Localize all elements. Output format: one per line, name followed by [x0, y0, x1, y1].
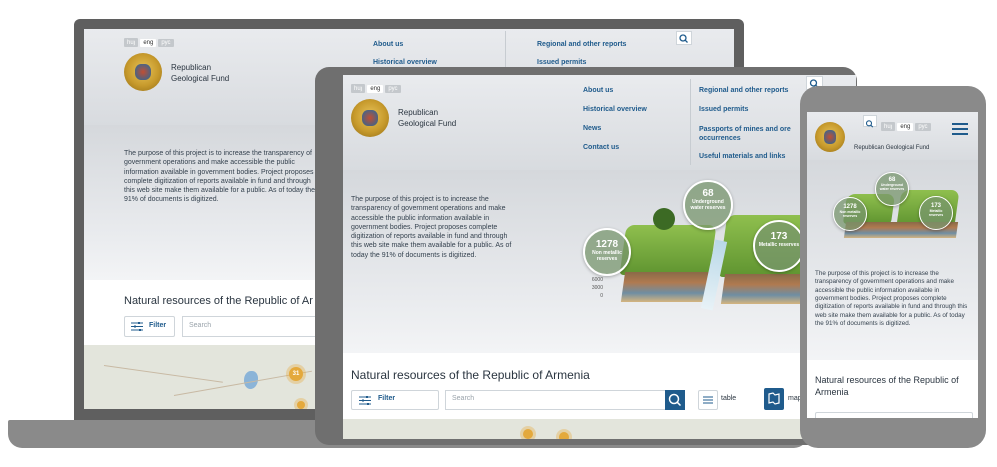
tablet-language-switcher: huյ eng рус — [351, 77, 403, 95]
depth-3000: 3000 — [591, 285, 603, 291]
tablet-filter-button[interactable]: Filter — [351, 390, 439, 410]
site-name-line2: Geological Fund — [171, 74, 230, 83]
tablet-resources-title: Natural resources of the Republic of Arm… — [351, 368, 590, 382]
laptop-filter-button[interactable]: Filter — [124, 316, 175, 337]
lang-en[interactable]: eng — [140, 39, 157, 47]
nav-useful-materials[interactable]: Useful materials and links — [699, 153, 785, 160]
nav-about-us[interactable]: About us — [373, 41, 403, 48]
laptop-resources-title: Natural resources of the Republic of Ar — [124, 295, 313, 307]
armenia-emblem-logo[interactable] — [815, 122, 845, 152]
nav-regional-reports[interactable]: Regional and other reports — [699, 87, 788, 94]
phone-site-name[interactable]: Republican Geological Fund — [854, 145, 929, 151]
search-icon — [679, 34, 688, 43]
phone-description: The purpose of this project is to increa… — [815, 270, 968, 328]
nav-issued-permits[interactable]: Issued permits — [699, 106, 748, 113]
filter-label: Filter — [149, 322, 167, 329]
tablet-description: The purpose of this project is to increa… — [351, 196, 512, 259]
laptop-search-input[interactable]: Search — [182, 316, 324, 337]
lang-ru[interactable]: рус — [158, 39, 174, 47]
nav-about-us[interactable]: About us — [583, 87, 613, 94]
search-icon — [865, 120, 874, 128]
table-view-button[interactable] — [698, 390, 718, 410]
lang-en[interactable]: eng — [367, 85, 384, 93]
armenia-emblem-logo[interactable] — [351, 99, 389, 137]
stat-metallic[interactable]: 173 Metallic reserves — [919, 196, 953, 230]
menu-icon-bar — [952, 128, 968, 130]
stat-underground-label: Underground water reserves — [690, 199, 726, 211]
stat-metallic-label: Metallic reserves — [758, 242, 800, 248]
depth-0: 0 — [600, 293, 603, 299]
nav-contact-us[interactable]: Contact us — [583, 144, 619, 151]
nav-regional-reports[interactable]: Regional and other reports — [537, 41, 626, 48]
phone-terrain-illustration: 1278 Non metallic reserves 68 Undergroun… — [817, 172, 967, 262]
stat-underground[interactable]: 68 Underground water reserves — [683, 180, 733, 230]
nav-news[interactable]: News — [583, 125, 601, 132]
nav-passports[interactable]: Passports of mines and ore occurrences — [699, 125, 799, 143]
tablet-screen: huյ eng рус Republican Geological Fund Abo… — [343, 75, 856, 439]
stat-underground-value: 68 — [702, 188, 714, 199]
filter-icon — [131, 322, 143, 331]
map-icon — [768, 392, 780, 405]
stat-metallic-value: 173 — [770, 231, 788, 242]
stat-underground[interactable]: 68 Underground water reserves — [875, 172, 909, 206]
filter-label: Filter — [378, 395, 396, 402]
map-marker[interactable] — [523, 429, 533, 439]
map-marker[interactable] — [297, 401, 305, 409]
search-button[interactable] — [863, 115, 877, 128]
search-icon — [668, 393, 682, 407]
nav-divider — [690, 79, 691, 165]
nav-historical-overview[interactable]: Historical overview — [373, 59, 437, 66]
laptop-description: The purpose of this project is to increa… — [124, 150, 316, 204]
map-road — [103, 365, 223, 383]
tablet-search-input[interactable]: Search — [445, 390, 667, 410]
map-view-button[interactable] — [764, 388, 784, 410]
stat-nonmetallic-label: Non metallic reserves — [592, 250, 622, 262]
table-icon — [703, 396, 713, 404]
lang-hy[interactable]: huյ — [351, 84, 366, 93]
terrain-soil-left — [620, 272, 716, 302]
depth-scale: 6000 3000 0 — [585, 276, 603, 300]
tree-icon — [653, 208, 675, 230]
table-view-label[interactable]: table — [721, 395, 736, 402]
lang-ru[interactable]: рус — [915, 123, 931, 131]
tablet-site-name[interactable]: Republican Geological Fund — [398, 107, 456, 129]
map-marker[interactable] — [559, 432, 569, 439]
search-button[interactable] — [676, 31, 692, 45]
depth-6000: 6000 — [591, 277, 603, 283]
map-cluster-marker[interactable]: 31 — [289, 367, 303, 381]
stat-nonmetallic[interactable]: 1278 Non metallic reserves — [833, 197, 867, 231]
stat-metallic-label: Metallic reserves — [928, 209, 944, 217]
lang-en[interactable]: eng — [897, 123, 914, 131]
tablet-map[interactable] — [343, 419, 856, 439]
filter-icon — [359, 396, 371, 405]
armenia-emblem-logo[interactable] — [124, 53, 162, 91]
nav-issued-permits[interactable]: Issued permits — [537, 59, 586, 66]
nav-historical-overview[interactable]: Historical overview — [583, 106, 647, 113]
site-name-line1: Republican — [398, 108, 439, 117]
laptop-language-switcher: huյ eng рус — [124, 31, 176, 49]
search-placeholder: Search — [189, 322, 212, 329]
site-name-line2: Geological Fund — [398, 119, 457, 128]
phone-resources-title: Natural resources of the Republic of Arm… — [815, 375, 959, 397]
lang-hy[interactable]: huյ — [124, 38, 139, 47]
search-placeholder: Search — [452, 395, 475, 402]
stat-nonmetallic[interactable]: 1278 Non metallic reserves — [583, 228, 631, 276]
site-name-line1: Republican — [171, 63, 212, 72]
phone-language-switcher: huյ eng рус — [881, 115, 933, 133]
lang-ru[interactable]: рус — [385, 85, 401, 93]
lang-hy[interactable]: huյ — [881, 122, 896, 131]
tablet-search-submit[interactable] — [665, 390, 685, 410]
stat-nonmetallic-label: Non metallic reserves — [839, 210, 861, 218]
stat-metallic[interactable]: 173 Metallic reserves — [753, 220, 805, 272]
phone-screen: huյ eng рус Republican Geological Fund 127… — [807, 112, 978, 418]
menu-icon-bar — [952, 123, 968, 125]
phone-filter-bar[interactable] — [815, 412, 973, 418]
stat-underground-label: Underground water reserves — [879, 183, 905, 191]
laptop-site-name[interactable]: Republican Geological Fund — [171, 62, 229, 84]
menu-icon-bar — [952, 133, 968, 135]
stat-nonmetallic-value: 1278 — [595, 239, 619, 250]
terrain-block-left — [619, 225, 717, 275]
menu-button[interactable] — [952, 123, 968, 138]
